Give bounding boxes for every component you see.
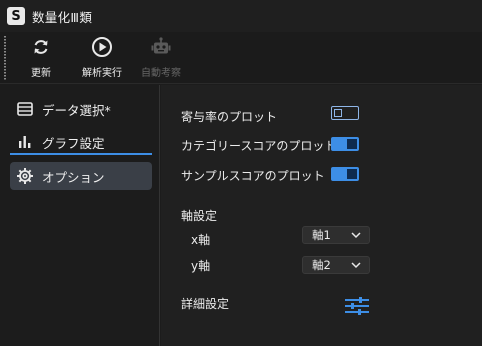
auto-insight-button[interactable]: 自動考察 <box>138 36 184 80</box>
sample-score-plot-toggle[interactable] <box>331 167 359 181</box>
sliders-icon <box>345 297 369 315</box>
refresh-icon <box>30 36 52 58</box>
detail-settings-button[interactable] <box>344 297 370 315</box>
chevron-down-icon <box>351 262 361 269</box>
y-axis-select-value: 軸2 <box>312 258 331 272</box>
toggle-knob <box>347 139 357 149</box>
sidebar: データ選択* グラフ設定 オプション <box>0 85 160 346</box>
sidebar-item-label: オプション <box>42 169 105 185</box>
analyze-label: 解析実行 <box>82 68 122 79</box>
gear-icon <box>16 167 34 185</box>
title-bar: S 数量化Ⅲ類 <box>0 0 482 32</box>
sidebar-item-label: グラフ設定 <box>42 135 105 151</box>
contribution-plot-toggle[interactable] <box>331 106 359 120</box>
auto-insight-label: 自動考察 <box>141 68 181 79</box>
refresh-button[interactable]: 更新 <box>28 36 54 80</box>
sidebar-graph-underline <box>10 153 152 155</box>
window-title: 数量化Ⅲ類 <box>32 9 93 25</box>
x-axis-label: x軸 <box>191 233 211 247</box>
bar-chart-icon <box>16 133 34 151</box>
x-axis-select[interactable]: 軸1 <box>302 226 370 244</box>
robot-icon <box>150 36 172 58</box>
sample-score-plot-label: サンプルスコアのプロット <box>181 169 325 183</box>
sidebar-item-options[interactable]: オプション <box>10 162 152 190</box>
analyze-button[interactable]: 解析実行 <box>78 36 126 80</box>
chevron-down-icon <box>351 232 361 239</box>
toolbar-grip[interactable] <box>4 36 6 80</box>
table-icon <box>16 100 34 118</box>
category-score-plot-label: カテゴリースコアのプロット <box>181 139 337 153</box>
toggle-knob <box>347 169 357 179</box>
axis-settings-label: 軸設定 <box>181 209 218 223</box>
app-icon: S <box>7 7 25 25</box>
detail-settings-label: 詳細設定 <box>181 297 230 311</box>
toolbar: 更新 解析実行 自動考察 <box>0 32 482 84</box>
contribution-plot-label: 寄与率のプロット <box>181 110 278 124</box>
sidebar-item-data-select[interactable]: データ選択* <box>10 95 152 123</box>
toggle-knob <box>334 108 342 117</box>
sidebar-item-label: データ選択* <box>42 102 111 118</box>
play-icon <box>91 36 113 58</box>
x-axis-select-value: 軸1 <box>312 228 331 242</box>
y-axis-label: y軸 <box>191 259 211 273</box>
sidebar-item-graph-settings[interactable]: グラフ設定 <box>10 128 152 156</box>
refresh-label: 更新 <box>31 68 51 79</box>
y-axis-select[interactable]: 軸2 <box>302 256 370 274</box>
category-score-plot-toggle[interactable] <box>331 137 359 151</box>
